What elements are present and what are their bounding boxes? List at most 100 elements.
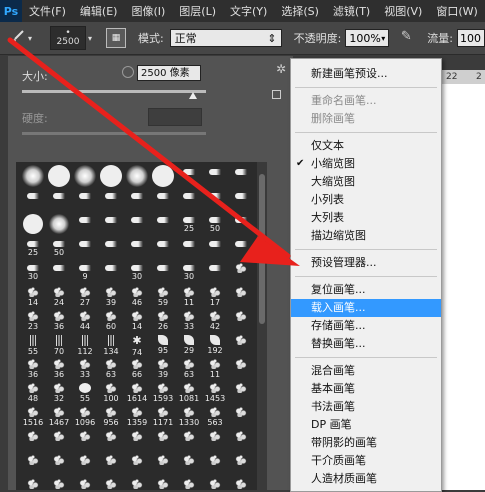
menu-item[interactable]: 替换画笔... xyxy=(291,335,441,353)
size-slider[interactable] xyxy=(22,90,206,93)
brush-preset-thumbnail[interactable]: 25 xyxy=(20,236,46,260)
brush-preset-thumbnail[interactable] xyxy=(228,308,254,332)
brush-preset-thumbnail[interactable] xyxy=(176,452,202,476)
brush-preset-thumbnail[interactable] xyxy=(98,188,124,212)
brush-preset-thumbnail[interactable] xyxy=(150,476,176,490)
brush-preset-thumbnail[interactable] xyxy=(98,236,124,260)
brush-preset-thumbnail[interactable]: 100 xyxy=(98,380,124,404)
brush-preset-thumbnail[interactable] xyxy=(228,380,254,404)
menubar-item[interactable]: 视图(V) xyxy=(377,3,429,19)
brush-preset-thumbnail[interactable]: 95 xyxy=(150,332,176,356)
brush-preset-thumbnail[interactable] xyxy=(176,236,202,260)
menubar-item[interactable]: 文字(Y) xyxy=(223,3,274,19)
menu-item[interactable]: 小列表 xyxy=(291,191,441,209)
brush-preset-thumbnail[interactable] xyxy=(20,476,46,490)
brush-preset-thumbnail[interactable] xyxy=(176,188,202,212)
brush-preset-thumbnail[interactable] xyxy=(124,212,150,236)
menu-item[interactable]: 预设管理器... xyxy=(291,254,441,272)
brush-preset-thumbnail[interactable]: 23 xyxy=(20,308,46,332)
brush-preset-thumbnail[interactable] xyxy=(46,164,72,188)
brush-preset-thumbnail[interactable] xyxy=(46,428,72,452)
brush-preset-thumbnail[interactable] xyxy=(202,476,228,490)
menu-item[interactable]: 带阴影的画笔 xyxy=(291,434,441,452)
brush-preset-thumbnail[interactable] xyxy=(46,212,72,236)
brush-preset-thumbnail[interactable] xyxy=(202,236,228,260)
brush-preset-thumbnail[interactable] xyxy=(98,164,124,188)
menubar-item[interactable]: 窗口(W) xyxy=(429,3,484,19)
brush-preset-thumbnail[interactable]: 70 xyxy=(46,332,72,356)
menu-item[interactable]: 基本画笔 xyxy=(291,380,441,398)
brush-preset-picker[interactable]: • 2500 xyxy=(49,26,86,50)
brush-preset-thumbnail[interactable]: 46 xyxy=(124,284,150,308)
brush-preset-thumbnail[interactable]: 30 xyxy=(124,260,150,284)
brush-grid-scrollbar[interactable] xyxy=(257,162,267,490)
brush-tool-icon[interactable]: ▾ xyxy=(6,26,34,50)
brush-preset-thumbnail[interactable] xyxy=(46,260,72,284)
menu-item[interactable]: 复位画笔... xyxy=(291,281,441,299)
brush-preset-thumbnail[interactable] xyxy=(124,188,150,212)
brush-preset-thumbnail[interactable] xyxy=(124,236,150,260)
brush-preset-thumbnail[interactable]: 66 xyxy=(124,356,150,380)
brush-preset-thumbnail[interactable] xyxy=(72,452,98,476)
brush-preset-thumbnail[interactable] xyxy=(202,428,228,452)
menubar-item[interactable]: 滤镜(T) xyxy=(326,3,377,19)
size-scrubby-icon[interactable] xyxy=(122,66,134,78)
gear-icon[interactable]: ✲ xyxy=(276,62,286,76)
flow-input[interactable]: 100 xyxy=(457,29,485,47)
brush-preset-thumbnail[interactable]: 25 xyxy=(176,212,202,236)
brush-preset-thumbnail[interactable] xyxy=(20,428,46,452)
brush-preset-thumbnail[interactable]: 192 xyxy=(202,332,228,356)
brush-preset-thumbnail[interactable]: 33 xyxy=(176,308,202,332)
menu-item[interactable]: 新建画笔预设... xyxy=(291,65,441,83)
brush-preset-thumbnail[interactable]: 44 xyxy=(72,308,98,332)
menu-item[interactable]: 书法画笔 xyxy=(291,398,441,416)
brush-preset-thumbnail[interactable]: 1467 xyxy=(46,404,72,428)
brush-preset-thumbnail[interactable]: ✱ 74 xyxy=(124,332,150,358)
brush-preset-thumbnail[interactable] xyxy=(72,428,98,452)
brush-preset-thumbnail[interactable] xyxy=(150,212,176,236)
opacity-input[interactable]: 100% ▾ xyxy=(345,29,390,47)
brush-preset-thumbnail[interactable]: 9 xyxy=(72,260,98,284)
brush-preset-thumbnail[interactable] xyxy=(72,476,98,490)
brush-preset-thumbnail[interactable] xyxy=(176,476,202,490)
scrollbar-thumb[interactable] xyxy=(259,174,265,324)
brush-preset-thumbnail[interactable] xyxy=(202,188,228,212)
brush-preset-thumbnail[interactable]: 42 xyxy=(202,308,228,332)
menubar-item[interactable]: 图像(I) xyxy=(124,3,172,19)
menu-item[interactable]: 描边缩览图 xyxy=(291,227,441,245)
brush-preset-thumbnail[interactable] xyxy=(20,212,46,236)
brush-preset-thumbnail[interactable]: 36 xyxy=(20,356,46,380)
brush-preset-thumbnail[interactable]: 60 xyxy=(98,308,124,332)
mode-select[interactable]: 正常 ⇕ xyxy=(169,29,282,47)
brush-preset-thumbnail[interactable] xyxy=(228,212,254,236)
brush-preset-thumbnail[interactable]: 48 xyxy=(20,380,46,404)
brush-preset-thumbnail[interactable]: 27 xyxy=(72,284,98,308)
menu-item[interactable]: 干介质画笔 xyxy=(291,452,441,470)
brush-preset-thumbnail[interactable]: 50 xyxy=(202,212,228,236)
new-preset-icon[interactable] xyxy=(272,90,281,99)
menu-item[interactable]: 小缩览图 xyxy=(291,155,441,173)
brush-preset-thumbnail[interactable] xyxy=(98,260,124,284)
brush-preset-thumbnail[interactable] xyxy=(98,212,124,236)
document-canvas[interactable] xyxy=(440,84,485,490)
brush-preset-thumbnail[interactable]: 1081 xyxy=(176,380,202,404)
brush-preset-thumbnail[interactable] xyxy=(202,260,228,284)
brush-preset-thumbnail[interactable] xyxy=(228,236,254,260)
brush-preset-thumbnail[interactable] xyxy=(228,164,254,188)
brush-preset-thumbnail[interactable]: 29 xyxy=(176,332,202,356)
brush-preset-thumbnail[interactable] xyxy=(150,236,176,260)
brush-preset-thumbnail[interactable]: 39 xyxy=(98,284,124,308)
brush-preset-thumbnail[interactable] xyxy=(228,260,254,284)
brush-preset-thumbnail[interactable]: 30 xyxy=(176,260,202,284)
size-input[interactable]: 2500 像素 xyxy=(137,65,201,81)
brush-preset-thumbnail[interactable]: 30 xyxy=(20,260,46,284)
brush-preset-thumbnail[interactable]: 1593 xyxy=(150,380,176,404)
brush-preset-thumbnail[interactable]: 1171 xyxy=(150,404,176,428)
menubar-item[interactable]: 文件(F) xyxy=(22,3,73,19)
brush-preset-thumbnail[interactable]: 14 xyxy=(124,308,150,332)
brush-preset-thumbnail[interactable] xyxy=(228,404,254,428)
brush-preset-thumbnail[interactable] xyxy=(202,164,228,188)
menu-item[interactable]: 存储画笔... xyxy=(291,317,441,335)
brush-preset-thumbnail[interactable]: 32 xyxy=(46,380,72,404)
brush-preset-thumbnail[interactable]: 36 xyxy=(46,356,72,380)
